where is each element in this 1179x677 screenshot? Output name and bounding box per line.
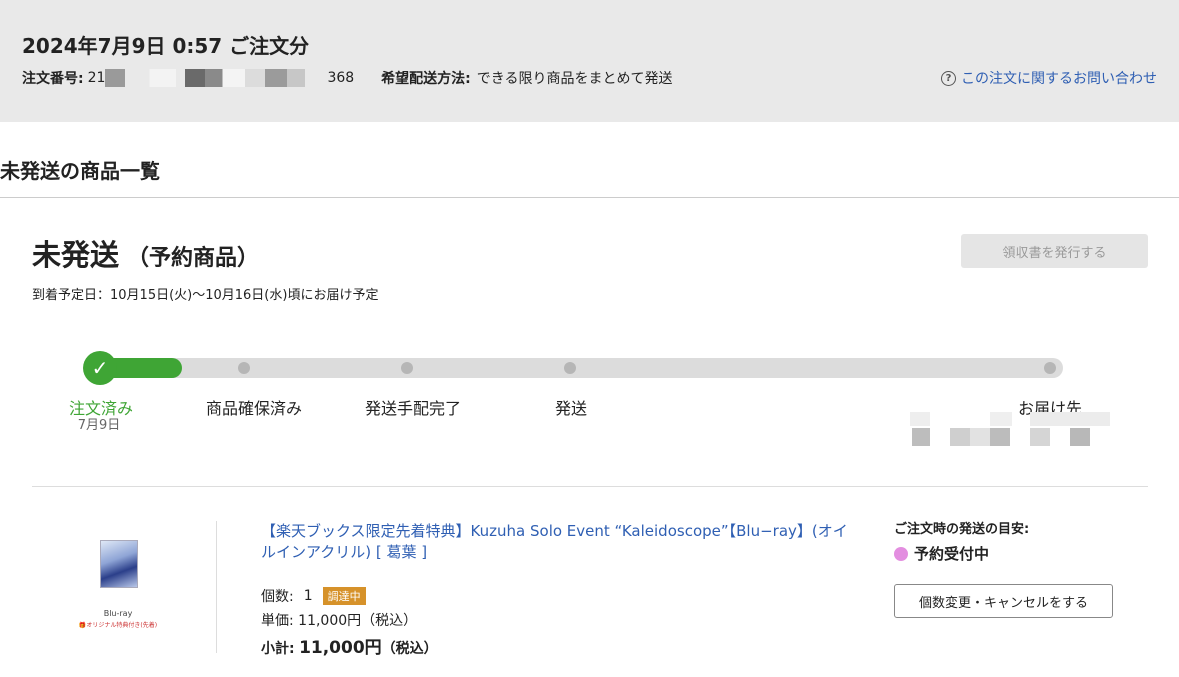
status-title-text: 未発送	[32, 238, 120, 272]
status-title: 未発送 （予約商品）	[32, 232, 259, 274]
order-number-label: 注文番号:	[22, 71, 84, 87]
quantity-row: 個数: 1 調達中	[261, 586, 366, 606]
status-dot-icon	[894, 546, 908, 561]
step-dot-delivered	[1044, 362, 1056, 374]
change-cancel-button[interactable]: 個数変更・キャンセルをする	[894, 584, 1113, 618]
step-date-ordered: 7月9日	[77, 418, 121, 433]
question-circle-icon: ?	[941, 70, 956, 86]
check-icon: ✓	[83, 351, 117, 385]
unit-price-row: 単価: 11,000円（税込）	[261, 610, 417, 630]
subtotal-row: 小計: 11,000円（税込）	[261, 633, 438, 658]
shipping-method-value: できる限り商品をまとめて発送	[476, 71, 673, 87]
quantity-value: 1	[303, 588, 313, 604]
shipping-estimate-title: ご注文時の発送の目安:	[894, 522, 1030, 537]
status-subtitle: （予約商品）	[127, 246, 260, 271]
thumb-label: Blu-ray	[103, 609, 133, 618]
unit-price-value: 11,000円（税込）	[298, 613, 418, 629]
inquiry-link[interactable]: ? この注文に関するお問い合わせ	[941, 68, 1157, 88]
receipt-button[interactable]: 領収書を発行する	[961, 234, 1148, 268]
product-thumbnail[interactable]: Blu-ray 🎁オリジナル特典付き(先着)	[78, 523, 158, 633]
item-separator	[216, 521, 217, 653]
procurement-badge: 調達中	[322, 587, 366, 605]
section-divider	[0, 197, 1179, 198]
product-title-link[interactable]: 【楽天ブックス限定先着特典】Kuzuha Solo Event “Kaleido…	[261, 521, 861, 563]
product-cover-image	[100, 540, 138, 588]
unit-price-label: 単価:	[261, 613, 294, 629]
order-meta: 注文番号: 21 368 希望配送方法: できる限り商品をまとめて発送	[22, 68, 673, 88]
order-header: 2024年7月9日 0:57 ご注文分 注文番号: 21 368 希望配送方法:…	[0, 0, 1179, 122]
order-number-prefix: 21	[87, 70, 106, 86]
order-number-suffix: 368	[327, 70, 355, 86]
redacted-order-number	[105, 69, 328, 87]
shipping-method-label: 希望配送方法:	[381, 71, 471, 87]
subtotal-value: 11,000円	[299, 638, 382, 658]
quantity-label: 個数:	[261, 589, 294, 605]
arrival-estimate: 到着予定日：10月15日(火)〜10月16日(水)頃にお届け予定	[32, 288, 379, 303]
step-label-shipped: 発送	[554, 399, 588, 418]
section-title: 未発送の商品一覧	[0, 159, 160, 183]
step-label-arranged: 発送手配完了	[364, 399, 462, 418]
shipping-status-text: 予約受付中	[914, 545, 990, 563]
inquiry-link-label: この注文に関するお問い合わせ	[961, 71, 1157, 87]
order-title: 2024年7月9日 0:57 ご注文分	[22, 34, 310, 58]
thumb-sub: 🎁オリジナル特典付き(先着)	[78, 622, 158, 629]
subtotal-tax: （税込）	[381, 641, 438, 657]
step-dot-shipped	[564, 362, 576, 374]
item-divider	[32, 486, 1148, 487]
shipping-estimate-status: 予約受付中	[894, 543, 989, 564]
step-dot-secured	[238, 362, 250, 374]
subtotal-label: 小計:	[261, 641, 295, 657]
step-dot-arranged	[401, 362, 413, 374]
step-label-secured: 商品確保済み	[205, 399, 303, 418]
